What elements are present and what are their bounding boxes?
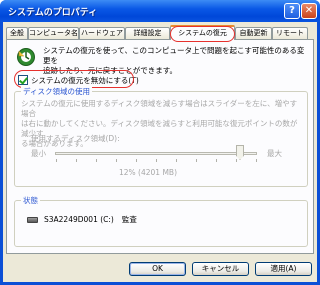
title-bar[interactable]: システムのプロパティ ? ✕ bbox=[0, 0, 320, 22]
disk-space-group: ディスク領域の使用 システムの復元に使用するディスク領域を減らす場合はスライダー… bbox=[14, 86, 308, 187]
tab-computer-name[interactable]: コンピュータ名 bbox=[28, 27, 79, 39]
slider-max-label: 最大 bbox=[267, 149, 282, 158]
cancel-button[interactable]: キャンセル bbox=[192, 262, 249, 276]
system-restore-panel: システムの復元を使って、このコンピュータ上で問題を起こす可能性のある変更を 追跡… bbox=[6, 39, 314, 254]
system-properties-window: システムのプロパティ ? ✕ 全般 コンピュータ名 ハードウェア 詳細設定 シス… bbox=[0, 0, 320, 285]
slider-tick bbox=[56, 159, 57, 162]
tab-advanced[interactable]: 詳細設定 bbox=[125, 27, 170, 39]
tab-system-restore[interactable]: システムの復元 bbox=[170, 25, 235, 40]
status-group-title: 状態 bbox=[21, 195, 40, 206]
disable-restore-label[interactable]: システムの復元を無効にする(T) bbox=[31, 75, 139, 86]
tab-strip: 全般 コンピュータ名 ハードウェア 詳細設定 システムの復元 自動更新 リモート bbox=[6, 25, 314, 42]
disk-space-slider-thumb[interactable] bbox=[236, 145, 244, 160]
slider-min-label: 最小 bbox=[31, 149, 46, 158]
drive-name: S3A2249D001 (C:) bbox=[44, 215, 114, 224]
dialog-client: 全般 コンピュータ名 ハードウェア 詳細設定 システムの復元 自動更新 リモート… bbox=[3, 22, 317, 282]
disk-space-slider-track[interactable] bbox=[55, 152, 257, 155]
disk-space-group-title: ディスク領域の使用 bbox=[21, 86, 92, 97]
slider-tick bbox=[136, 159, 137, 162]
tab-hardware[interactable]: ハードウェア bbox=[79, 27, 125, 39]
slider-tick bbox=[196, 159, 197, 162]
disable-restore-checkbox[interactable] bbox=[18, 75, 28, 85]
slider-tick bbox=[236, 159, 237, 162]
slider-tick bbox=[96, 159, 97, 162]
window-title: システムのプロパティ bbox=[8, 8, 98, 18]
slider-value-text: 12% (4201 MB) bbox=[119, 168, 177, 177]
drive-status-row[interactable]: S3A2249D001 (C:) 監査 bbox=[27, 214, 137, 225]
disable-restore-row[interactable]: システムの復元を無効にする(T) bbox=[18, 74, 139, 86]
intro-text: システムの復元を使って、このコンピュータ上で問題を起こす可能性のある変更を 追跡… bbox=[43, 46, 305, 75]
slider-tick bbox=[176, 159, 177, 162]
slider-tick bbox=[156, 159, 157, 162]
slider-tick bbox=[116, 159, 117, 162]
disk-usage-label: 使用するディスク領域(D): bbox=[31, 134, 120, 143]
slider-tick bbox=[256, 159, 257, 162]
slider-tick bbox=[76, 159, 77, 162]
help-button[interactable]: ? bbox=[284, 3, 300, 19]
drive-status: 監査 bbox=[121, 215, 137, 224]
tab-automatic-updates[interactable]: 自動更新 bbox=[235, 27, 272, 39]
apply-button[interactable]: 適用(A) bbox=[255, 262, 312, 276]
tab-remote[interactable]: リモート bbox=[272, 27, 308, 39]
slider-tick bbox=[216, 159, 217, 162]
tab-general[interactable]: 全般 bbox=[6, 27, 28, 39]
system-restore-icon bbox=[17, 48, 35, 66]
close-button[interactable]: ✕ bbox=[301, 3, 317, 19]
hard-drive-icon bbox=[27, 216, 38, 223]
status-group: 状態 S3A2249D001 (C:) 監査 bbox=[14, 195, 308, 247]
ok-button[interactable]: OK bbox=[129, 262, 186, 276]
